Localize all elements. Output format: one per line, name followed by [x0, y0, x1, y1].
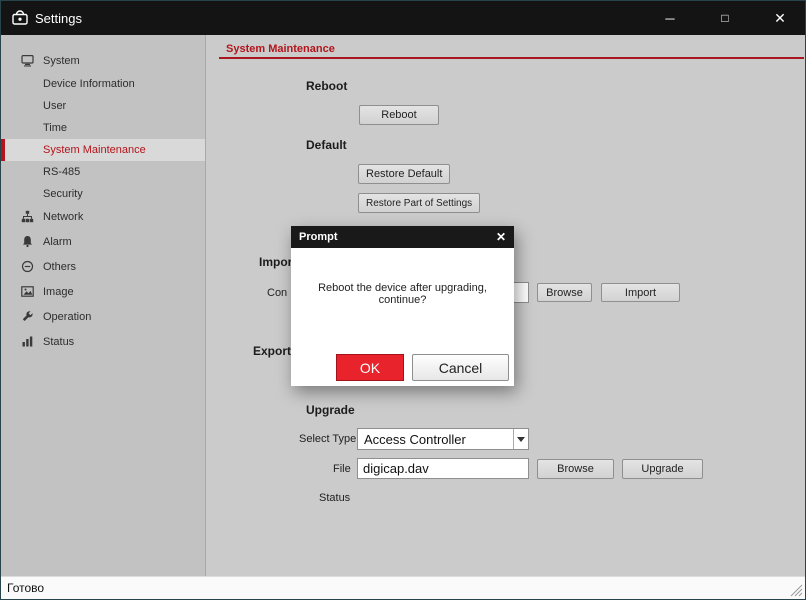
reboot-button[interactable]: Reboot — [359, 105, 439, 125]
sidebar-item-system-maintenance[interactable]: System Maintenance — [1, 139, 205, 161]
chevron-down-icon — [513, 429, 528, 449]
tab-system-maintenance[interactable]: System Maintenance — [226, 43, 335, 55]
alarm-icon — [21, 235, 34, 248]
sidebar-item-image[interactable]: Image — [1, 281, 205, 303]
prompt-dialog-message: Reboot the device after upgrading, conti… — [318, 282, 487, 306]
close-button[interactable]: ✕ — [757, 1, 803, 35]
sidebar-item-label: Time — [43, 122, 68, 134]
settings-window: Settings ─ □ ✕ System Device Information… — [0, 0, 806, 600]
sidebar-item-label: System Maintenance — [43, 144, 146, 156]
prompt-dialog: Prompt ✕ Reboot the device after upgradi… — [291, 226, 514, 386]
sidebar-item-status[interactable]: Status — [1, 331, 205, 353]
select-type-dropdown[interactable]: Access Controller — [357, 428, 529, 450]
import-browse-button[interactable]: Browse — [537, 283, 592, 302]
sidebar-item-label: Operation — [43, 311, 92, 323]
sidebar-item-user[interactable]: User — [1, 95, 205, 117]
network-icon — [21, 210, 34, 223]
sidebar-item-label: System — [43, 55, 80, 67]
select-type-label: Select Type — [299, 433, 357, 445]
others-icon — [21, 260, 34, 273]
sidebar-item-label: Image — [43, 286, 74, 298]
window-title: Settings — [35, 10, 82, 26]
sidebar-item-device-information[interactable]: Device Information — [1, 73, 205, 95]
maximize-button[interactable]: □ — [702, 1, 748, 35]
sidebar-item-operation[interactable]: Operation — [1, 306, 205, 328]
sidebar-item-label: RS-485 — [43, 166, 81, 178]
select-type-value: Access Controller — [364, 431, 466, 447]
upgrade-browse-button[interactable]: Browse — [537, 459, 614, 479]
resize-grip[interactable] — [790, 584, 803, 597]
reboot-heading: Reboot — [306, 79, 348, 93]
sidebar-item-rs485[interactable]: RS-485 — [1, 161, 205, 183]
export-heading: Export — [253, 344, 292, 358]
default-heading: Default — [306, 138, 347, 152]
sidebar-item-label: Network — [43, 211, 84, 223]
upgrade-status-label: Status — [319, 492, 351, 504]
upgrade-heading: Upgrade — [306, 403, 355, 417]
title-bar: Settings ─ □ ✕ — [1, 1, 805, 35]
dialog-close-icon[interactable]: ✕ — [496, 226, 506, 248]
sidebar-item-label: Security — [43, 188, 83, 200]
import-button[interactable]: Import — [601, 283, 680, 302]
ok-button[interactable]: OK — [336, 354, 404, 381]
operation-icon — [21, 310, 34, 323]
restore-part-of-settings-button[interactable]: Restore Part of Settings — [358, 193, 481, 213]
upgrade-button[interactable]: Upgrade — [622, 459, 703, 479]
prompt-dialog-titlebar: Prompt ✕ — [291, 226, 514, 248]
minimize-button[interactable]: ─ — [647, 1, 693, 35]
tab-underline — [219, 57, 804, 59]
prompt-dialog-title: Prompt — [299, 231, 338, 243]
sidebar-item-label: Status — [43, 336, 75, 348]
sidebar-item-label: Device Information — [43, 78, 135, 90]
status-bar-text: Готово — [7, 581, 45, 595]
sidebar-item-label: User — [43, 100, 67, 112]
file-label: File — [333, 463, 351, 475]
app-icon — [11, 9, 29, 27]
status-icon — [21, 335, 34, 348]
restore-default-button[interactable]: Restore Default — [358, 164, 451, 184]
upgrade-file-input[interactable] — [357, 458, 529, 479]
import-config-label: Con — [267, 287, 288, 299]
system-icon — [21, 54, 34, 67]
status-bar: Готово — [1, 576, 805, 599]
sidebar: System Device Information User Time Syst… — [1, 35, 206, 576]
sidebar-item-time[interactable]: Time — [1, 117, 205, 139]
sidebar-item-label: Alarm — [43, 236, 72, 248]
cancel-button[interactable]: Cancel — [412, 354, 509, 381]
sidebar-item-alarm[interactable]: Alarm — [1, 231, 205, 253]
sidebar-item-network[interactable]: Network — [1, 206, 205, 228]
sidebar-item-others[interactable]: Others — [1, 256, 205, 278]
sidebar-item-label: Others — [43, 261, 77, 273]
sidebar-item-system[interactable]: System — [1, 50, 205, 72]
sidebar-item-security[interactable]: Security — [1, 183, 205, 205]
image-icon — [21, 285, 34, 298]
